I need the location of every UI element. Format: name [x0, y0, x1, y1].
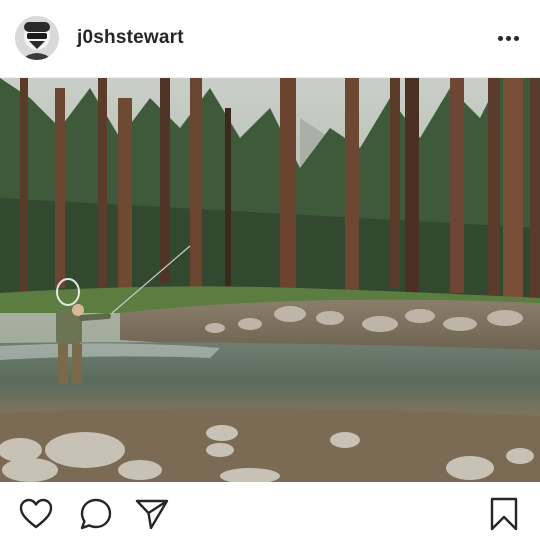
stormtrooper-avatar-icon [15, 16, 59, 60]
post-photo[interactable] [0, 78, 540, 482]
action-bar [0, 482, 540, 542]
post-header: j0shstewart [0, 0, 540, 78]
comment-bubble-icon[interactable] [78, 496, 114, 532]
heart-icon[interactable] [18, 496, 54, 532]
username[interactable]: j0shstewart [77, 27, 184, 49]
avatar[interactable] [15, 16, 59, 60]
more-options-icon[interactable] [498, 36, 520, 42]
paper-plane-icon[interactable] [134, 496, 170, 532]
bookmark-icon[interactable] [486, 496, 522, 532]
fly-fishing-river-photo [0, 78, 540, 482]
